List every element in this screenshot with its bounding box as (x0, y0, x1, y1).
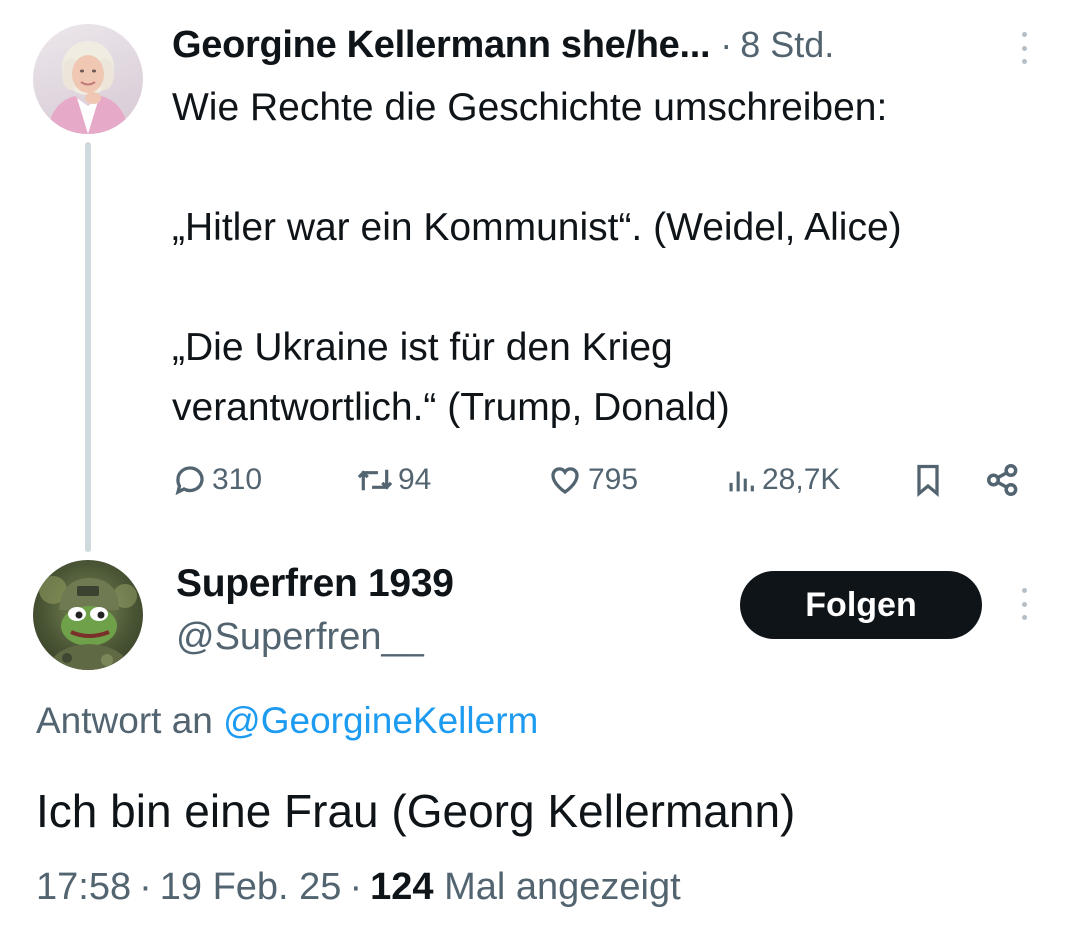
tweet-timestamp[interactable]: 8 Std. (740, 24, 834, 66)
tweet-text-line: „Die Ukraine ist für den Krieg (172, 326, 673, 369)
tweet-text-line: verantwortlich.“ (Trump, Donald) (172, 386, 730, 429)
like-count: 795 (588, 463, 639, 496)
parent-tweet-text: Wie Rechte die Geschichte umschreiben: „… (172, 78, 1052, 438)
views-count: 28,7K (762, 463, 841, 496)
reply-author-handle[interactable]: @Superfren__ (176, 616, 424, 659)
tweet-action-bar: 310 94 795 28,7K (172, 452, 1032, 508)
like-button[interactable]: 795 (546, 452, 638, 508)
reply-tweet-text: Ich bin eine Frau (Georg Kellermann) (36, 785, 796, 837)
reply-icon (175, 466, 204, 496)
reply-views-label: Mal angezeigt (444, 866, 681, 908)
author-name[interactable]: Georgine Kellermann she/he... (172, 24, 711, 67)
share-icon (987, 464, 1018, 496)
like-icon (551, 467, 579, 494)
reply-button[interactable]: 310 (172, 452, 262, 508)
bookmark-button[interactable] (910, 452, 946, 508)
tweet-text-line: Wie Rechte die Geschichte umschreiben: (172, 86, 888, 129)
parent-tweet-header: Georgine Kellermann she/he... · 8 Std. (172, 16, 834, 74)
repost-count: 94 (398, 463, 432, 496)
reply-author-name[interactable]: Superfren 1939 (176, 562, 454, 606)
views-button[interactable]: 28,7K (724, 452, 840, 508)
share-button[interactable] (984, 452, 1022, 508)
tweet-thread: Georgine Kellermann she/he... · 8 Std. W… (0, 0, 1080, 936)
thread-connector-line (85, 142, 91, 552)
reply-to-prefix: Antwort an (36, 700, 224, 741)
meta-separator: · (139, 866, 152, 908)
more-icon[interactable] (1014, 582, 1034, 626)
repost-icon (357, 469, 393, 491)
tweet-text-line: „Hitler war ein Kommunist“. (Weidel, Ali… (172, 206, 902, 249)
author-avatar[interactable] (33, 24, 143, 134)
repost-button[interactable]: 94 (356, 452, 431, 508)
reply-author-avatar[interactable] (33, 560, 143, 670)
reply-views-count: 124 (370, 866, 434, 908)
more-icon[interactable] (1014, 26, 1034, 70)
bookmark-icon (917, 464, 939, 498)
reply-count: 310 (212, 463, 263, 496)
header-separator: · (720, 24, 733, 65)
avatar-portrait-image (47, 41, 129, 134)
reply-time[interactable]: 17:58 (36, 866, 131, 908)
follow-button[interactable]: Folgen (740, 571, 982, 639)
reply-date[interactable]: 19 Feb. 25 (160, 866, 342, 908)
meta-separator: · (349, 866, 363, 908)
frog-avatar-image (39, 576, 137, 670)
reply-to-line: Antwort an @GeorgineKellerm (36, 700, 538, 742)
reply-to-mention-link[interactable]: @GeorgineKellerm (223, 700, 538, 741)
reply-meta-line: 17:58 · 19 Feb. 25 · 124 Mal angezeigt (36, 866, 681, 909)
views-icon (729, 471, 754, 492)
